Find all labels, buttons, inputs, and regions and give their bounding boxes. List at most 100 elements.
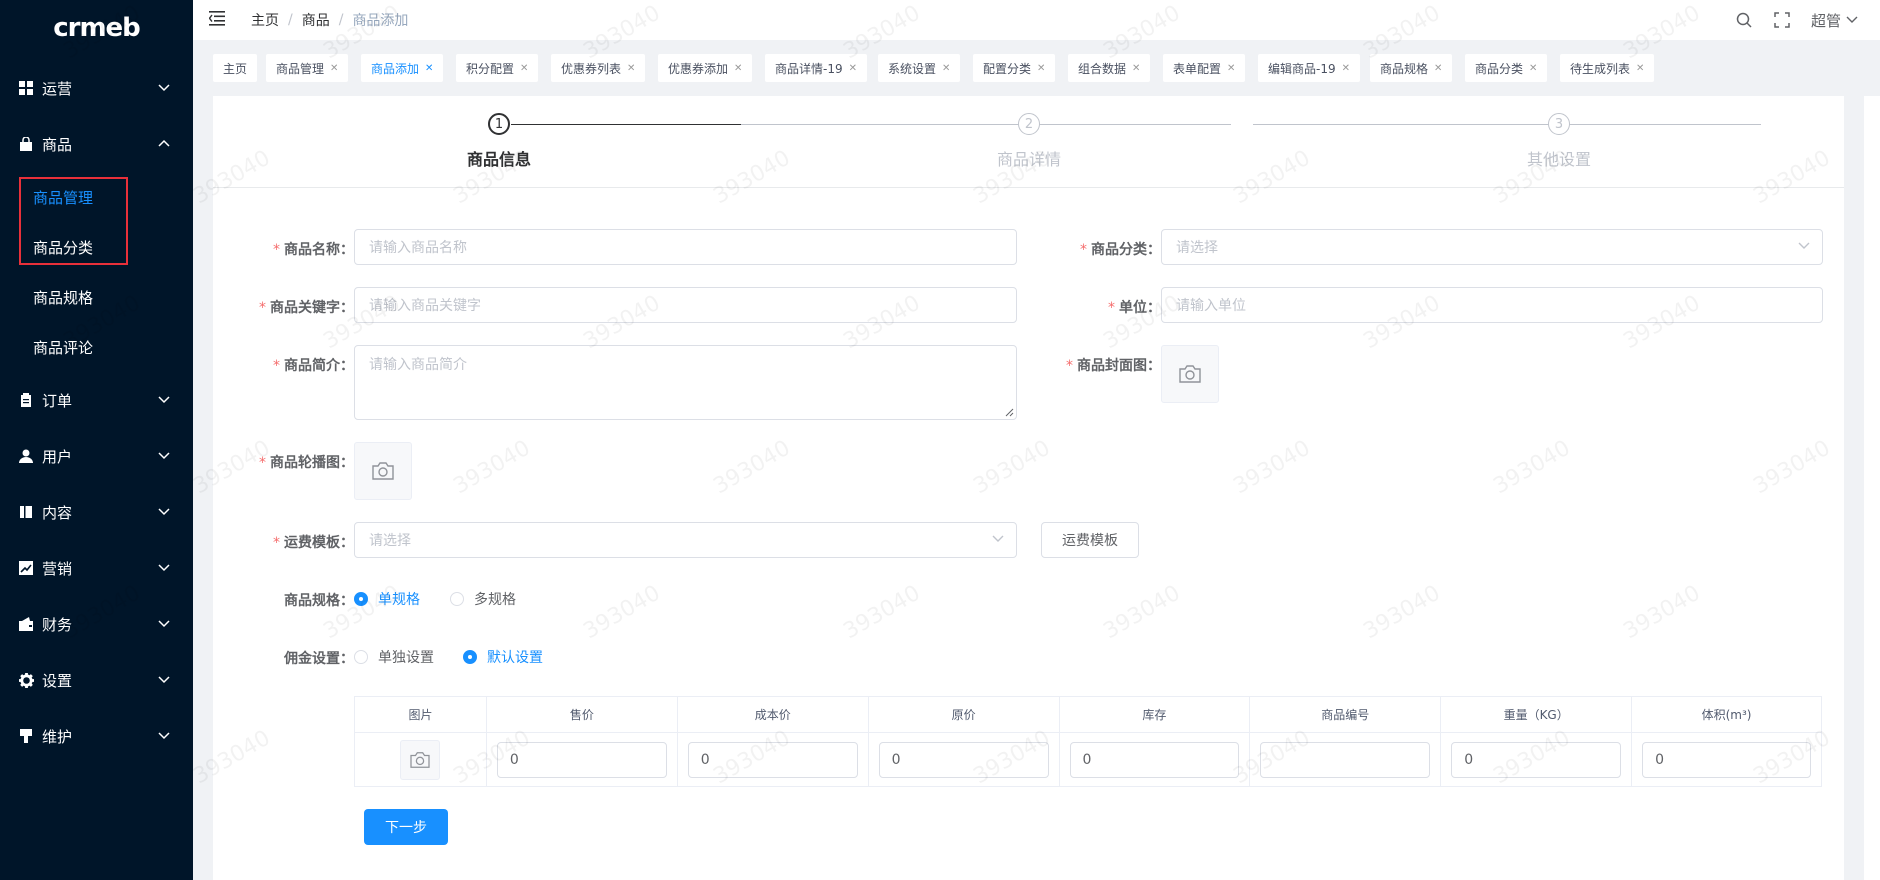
spec-multi-radio[interactable]: 多规格 xyxy=(450,589,516,609)
submenu-product-reviews[interactable]: 商品评论 xyxy=(0,322,193,372)
shipping-template-button[interactable]: 运费模板 xyxy=(1041,522,1139,558)
placeholder: 请输入商品简介 xyxy=(369,357,467,373)
chevron-down-icon xyxy=(158,732,170,740)
stock-input[interactable]: 0 xyxy=(1069,741,1240,778)
fullscreen-icon[interactable] xyxy=(1773,11,1791,29)
close-icon[interactable]: ✕ xyxy=(1529,63,1537,74)
cost-input[interactable]: 0 xyxy=(687,741,858,778)
close-icon[interactable]: ✕ xyxy=(942,63,950,74)
commission-custom-radio[interactable]: 单独设置 xyxy=(354,647,434,667)
placeholder: 请输入单位 xyxy=(1176,298,1246,314)
shipping-template-select[interactable]: 请选择 xyxy=(354,522,1017,558)
name-label: * 商品名称： xyxy=(273,242,354,258)
close-icon[interactable]: ✕ xyxy=(627,63,635,74)
menu-operations[interactable]: 运营 xyxy=(0,60,193,116)
menu-maintenance[interactable]: 维护 xyxy=(0,708,193,764)
cell-original-price: 0 xyxy=(867,732,1060,787)
col-header-volume: 体积(m³) xyxy=(1631,696,1822,733)
header-actions: 超管 xyxy=(1735,0,1858,40)
close-icon[interactable]: ✕ xyxy=(1342,63,1350,74)
spec-single-radio[interactable]: 单规格 xyxy=(354,589,420,609)
sku-image-upload[interactable] xyxy=(400,739,441,780)
search-icon[interactable] xyxy=(1735,11,1753,29)
menu-settings[interactable]: 设置 xyxy=(0,652,193,708)
menu-fold-icon[interactable] xyxy=(209,10,227,26)
intro-textarea[interactable]: 请输入商品简介 xyxy=(354,345,1017,420)
unit-input[interactable]: 请输入单位 xyxy=(1161,287,1823,323)
chevron-down-icon xyxy=(1846,16,1858,23)
carousel-upload[interactable] xyxy=(354,442,412,500)
close-icon[interactable]: ✕ xyxy=(1037,63,1045,74)
step-3-title: 其他设置 xyxy=(1526,150,1591,169)
tag-coupon-list[interactable]: 优惠券列表 ✕ xyxy=(551,54,646,82)
breadcrumb: 主页 / 商品 / 商品添加 xyxy=(251,10,409,30)
submenu-product-spec[interactable]: 商品规格 xyxy=(0,272,193,322)
tag-points-config[interactable]: 积分配置 ✕ xyxy=(456,54,539,82)
menu-content[interactable]: 内容 xyxy=(0,484,193,540)
tag-product-management[interactable]: 商品管理 ✕ xyxy=(266,54,349,82)
close-icon[interactable]: ✕ xyxy=(520,63,528,74)
volume-input[interactable]: 0 xyxy=(1642,741,1811,778)
menu-orders[interactable]: 订单 xyxy=(0,372,193,428)
keywords-label: * 商品关键字： xyxy=(259,300,354,316)
tag-edit-product[interactable]: 编辑商品-19 ✕ xyxy=(1258,54,1360,82)
category-select[interactable]: 请选择 xyxy=(1161,229,1823,265)
cell-price: 0 xyxy=(485,732,678,787)
cell-weight: 0 xyxy=(1440,732,1633,787)
tag-label: 优惠券添加 xyxy=(668,61,729,76)
tag-product-add[interactable]: 商品添加 ✕ xyxy=(361,54,444,82)
breadcrumb-products[interactable]: 商品 xyxy=(302,10,330,30)
step-line xyxy=(511,124,741,125)
menu-finance[interactable]: 财务 xyxy=(0,596,193,652)
tag-combined-data[interactable]: 组合数据 ✕ xyxy=(1068,54,1151,82)
keywords-input[interactable]: 请输入商品关键字 xyxy=(354,287,1017,323)
tag-pending-list[interactable]: 待生成列表 ✕ xyxy=(1560,54,1655,82)
user-menu[interactable]: 超管 xyxy=(1811,10,1858,31)
tag-label: 商品添加 xyxy=(371,61,420,76)
tag-product-detail[interactable]: 商品详情-19 ✕ xyxy=(765,54,867,82)
tag-label: 优惠券列表 xyxy=(561,61,622,76)
menu-users[interactable]: 用户 xyxy=(0,428,193,484)
price-input[interactable]: 0 xyxy=(496,741,667,778)
tag-product-spec[interactable]: 商品规格 ✕ xyxy=(1370,54,1453,82)
close-icon[interactable]: ✕ xyxy=(734,63,742,74)
close-icon[interactable]: ✕ xyxy=(1434,63,1442,74)
product-name-input[interactable]: 请输入商品名称 xyxy=(354,229,1017,265)
product-code-input[interactable] xyxy=(1260,741,1431,778)
tag-coupon-add[interactable]: 优惠券添加 ✕ xyxy=(658,54,753,82)
sidebar: crmeb 运营 商品 商品管理 商品分类 商品规格 商品评论 订单 用户 内容… xyxy=(0,0,193,880)
product-form-card: 1 商品信息 2 商品详情 3 其他设置 * 商品名称： 请输入商品名称 * 商品分… xyxy=(213,96,1844,880)
menu-marketing[interactable]: 营销 xyxy=(0,540,193,596)
next-step-button[interactable]: 下一步 xyxy=(364,809,448,845)
unit-label: * 单位： xyxy=(1108,300,1161,316)
chevron-down-icon xyxy=(158,508,170,516)
tag-form-config[interactable]: 表单配置 ✕ xyxy=(1163,54,1246,82)
tag-label: 编辑商品-19 xyxy=(1268,61,1336,76)
carousel-label: * 商品轮播图： xyxy=(259,455,354,471)
close-icon[interactable]: ✕ xyxy=(1132,63,1140,74)
close-icon[interactable]: ✕ xyxy=(330,63,338,74)
close-icon[interactable]: ✕ xyxy=(849,63,857,74)
original-price-input[interactable]: 0 xyxy=(878,741,1049,778)
col-header-product-code: 商品编号 xyxy=(1249,696,1442,733)
cover-label: * 商品封面图： xyxy=(1066,358,1161,374)
tag-config-category[interactable]: 配置分类 ✕ xyxy=(973,54,1056,82)
weight-input[interactable]: 0 xyxy=(1451,741,1622,778)
chevron-down-icon xyxy=(158,396,170,404)
cover-upload[interactable] xyxy=(1161,345,1219,403)
menu-products[interactable]: 商品 xyxy=(0,116,193,172)
tag-system-settings[interactable]: 系统设置 ✕ xyxy=(878,54,961,82)
breadcrumb-home[interactable]: 主页 xyxy=(251,10,279,30)
radio-dot xyxy=(463,650,477,664)
app-logo[interactable]: crmeb xyxy=(0,0,193,56)
tag-product-category[interactable]: 商品分类 ✕ xyxy=(1465,54,1548,82)
close-icon[interactable]: ✕ xyxy=(425,63,433,74)
commission-default-radio[interactable]: 默认设置 xyxy=(463,647,543,667)
radio-dot xyxy=(354,650,368,664)
close-icon[interactable]: ✕ xyxy=(1227,63,1235,74)
chart-icon xyxy=(18,560,34,576)
tag-home[interactable]: 主页 xyxy=(213,54,258,82)
table-header-row: 图片 售价 成本价 原价 库存 商品编号 重量（KG） 体积(m³) xyxy=(354,696,1822,733)
resize-grip-icon[interactable] xyxy=(1005,408,1014,417)
close-icon[interactable]: ✕ xyxy=(1636,63,1644,74)
